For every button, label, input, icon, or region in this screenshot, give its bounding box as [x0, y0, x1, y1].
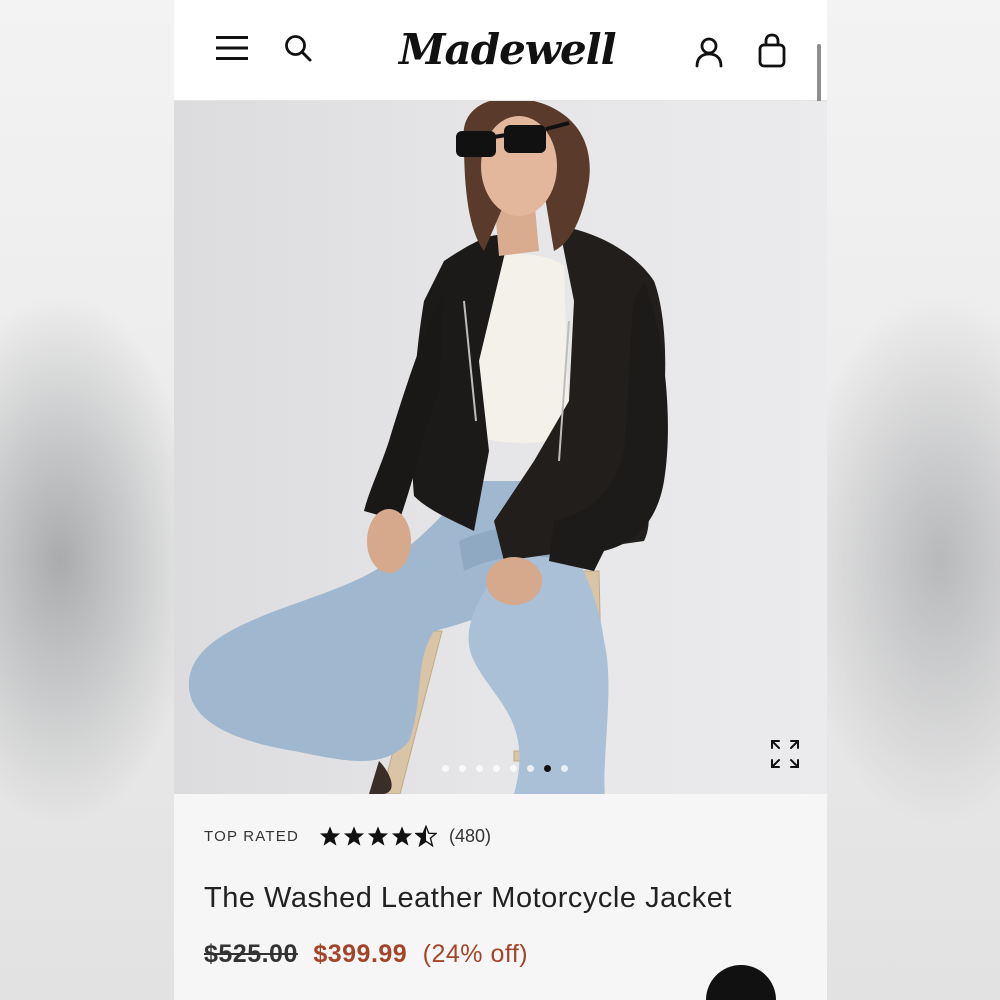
shopping-bag-icon[interactable] [754, 32, 790, 70]
product-title: The Washed Leather Motorcycle Jacket [204, 882, 732, 914]
original-price: $525.00 [204, 940, 298, 968]
rating-row: TOP RATED (480) [204, 822, 491, 850]
carousel-dot[interactable] [561, 765, 568, 772]
carousel-dot[interactable] [476, 765, 483, 772]
top-rated-badge: TOP RATED [204, 827, 299, 845]
sale-price: $399.99 [313, 940, 408, 968]
star-icon [319, 826, 341, 846]
carousel-dot-active[interactable] [544, 765, 551, 772]
hamburger-menu-icon[interactable] [214, 30, 250, 66]
price-row: $525.00 $399.99 (24% off) [204, 940, 528, 969]
user-account-icon[interactable] [692, 34, 726, 70]
carousel-dot[interactable] [442, 765, 449, 772]
star-icon [367, 826, 389, 846]
half-star-icon [415, 825, 437, 847]
search-icon[interactable] [281, 30, 315, 66]
mobile-screen: Madewell TOP RATED (480) The Washed Leat… [174, 0, 827, 1000]
carousel-indicators [442, 765, 568, 772]
site-header: Madewell [174, 0, 827, 101]
discount-percent: (24% off) [422, 940, 529, 968]
madewell-logo[interactable]: Madewell [399, 18, 617, 82]
carousel-dot[interactable] [493, 765, 500, 772]
review-count-link[interactable]: (480) [449, 826, 491, 847]
expand-fullscreen-icon[interactable] [769, 738, 801, 770]
carousel-dot[interactable] [459, 765, 466, 772]
star-rating[interactable] [319, 825, 437, 847]
product-image[interactable] [174, 101, 827, 794]
carousel-dot[interactable] [527, 765, 534, 772]
product-photo [188, 101, 668, 794]
star-icon [391, 826, 413, 846]
carousel-dot[interactable] [510, 765, 517, 772]
star-icon [343, 826, 365, 846]
